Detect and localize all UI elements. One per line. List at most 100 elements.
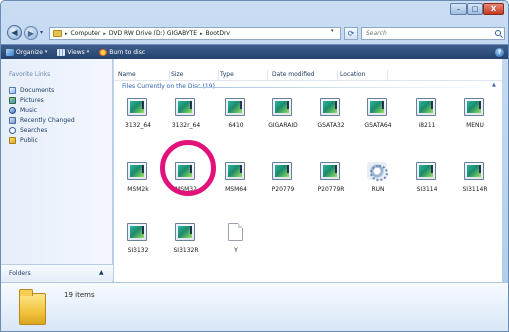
file-item[interactable]: Y: [212, 223, 260, 261]
minimize-button[interactable]: –: [450, 3, 467, 15]
disk-image-icon: [320, 98, 340, 116]
disk-image-icon: [416, 162, 436, 180]
maximize-button[interactable]: □: [467, 3, 483, 15]
help-icon[interactable]: ?: [495, 48, 504, 57]
address-row: ◀ ▶ ▾ ▸ Computer ▸ DVD RW Drive (D:) GIG…: [1, 23, 508, 43]
file-item[interactable]: GIGARAID: [259, 98, 307, 136]
chevron-up-icon[interactable]: ▲: [492, 82, 496, 88]
folders-label: Folders: [9, 270, 31, 277]
file-item[interactable]: 3132_64: [114, 98, 162, 136]
breadcrumb-bootdrv[interactable]: BootDrv: [206, 30, 230, 37]
nav-item-public[interactable]: Public: [9, 135, 75, 145]
organize-label: Organize: [16, 48, 43, 56]
nav-item-label: Public: [20, 136, 38, 144]
music-icon: [9, 106, 16, 114]
file-item[interactable]: 3132r_64: [162, 98, 210, 136]
file-item[interactable]: MENU: [451, 98, 499, 136]
file-item[interactable]: SI3132: [114, 223, 162, 261]
file-name: MENU: [466, 122, 484, 129]
file-item[interactable]: MSM64: [212, 162, 260, 200]
nav-item-searches[interactable]: Searches: [9, 125, 75, 135]
favorite-links-heading: Favorite Links: [9, 71, 51, 78]
column-header-location[interactable]: Location: [340, 70, 388, 80]
search-icon[interactable]: [495, 30, 501, 36]
file-item[interactable]: P20779: [259, 162, 307, 200]
file-item[interactable]: SI3114: [403, 162, 451, 200]
views-icon: [57, 48, 66, 56]
file-name: 3132r_64: [171, 122, 201, 129]
title-bar: – □ X: [1, 1, 508, 23]
nav-item-documents[interactable]: Documents: [9, 85, 75, 95]
file-item[interactable]: GSATA64: [354, 98, 402, 136]
details-pane: 19 items: [1, 282, 508, 331]
chevron-down-icon: ▾: [44, 49, 48, 55]
settings-file-icon: [367, 162, 388, 181]
disk-image-icon: [175, 162, 195, 180]
command-toolbar: Organize ▾ Views ▾ Burn to disc ?: [1, 44, 508, 59]
refresh-button[interactable]: ⟳: [344, 27, 358, 40]
disk-image-icon: [272, 162, 292, 180]
pictures-icon: [9, 96, 16, 104]
column-header-date-modified[interactable]: Date modified: [272, 70, 338, 80]
close-button[interactable]: X: [483, 3, 504, 15]
column-headers: Name Size Type Date modified Location: [114, 69, 502, 81]
nav-item-label: Documents: [20, 86, 55, 94]
file-name: GIGARAID: [268, 122, 298, 129]
forward-button[interactable]: ▶: [24, 26, 38, 40]
nav-item-label: Pictures: [20, 96, 44, 104]
back-button[interactable]: ◀: [7, 25, 22, 40]
disk-image-icon: [464, 162, 484, 180]
nav-item-recently-changed[interactable]: Recently Changed: [9, 115, 75, 125]
address-bar[interactable]: ▸ Computer ▸ DVD RW Drive (D:) GIGABYTE …: [49, 27, 341, 40]
file-item[interactable]: 6410: [212, 98, 260, 136]
favorite-links-list: Documents Pictures Music Recently Change…: [9, 85, 75, 145]
file-name: SI3114R: [462, 186, 488, 193]
file-list-pane: Name Size Type Date modified Location Fi…: [114, 59, 502, 282]
disk-image-icon: [272, 98, 292, 116]
file-name: MSM2k: [127, 186, 149, 193]
column-header-name[interactable]: Name: [118, 70, 170, 80]
file-item[interactable]: P20779R: [307, 162, 355, 200]
burn-to-disc-button[interactable]: Burn to disc: [94, 45, 150, 60]
search-input[interactable]: [362, 28, 487, 39]
views-button[interactable]: Views ▾: [52, 45, 94, 60]
file-item[interactable]: MSM32: [162, 162, 210, 200]
column-header-size[interactable]: Size: [171, 70, 219, 80]
organize-button[interactable]: Organize ▾: [1, 45, 52, 60]
nav-item-pictures[interactable]: Pictures: [9, 95, 75, 105]
chevron-down-icon: ▾: [86, 49, 90, 55]
file-item[interactable]: MSM2k: [114, 162, 162, 200]
group-divider: [194, 87, 492, 88]
breadcrumb-computer[interactable]: Computer: [71, 30, 101, 37]
file-item[interactable]: RUN: [354, 162, 402, 200]
nav-item-label: Music: [20, 106, 38, 114]
file-item[interactable]: SI3114R: [451, 162, 499, 200]
public-folder-icon: [9, 136, 16, 144]
disk-image-icon: [416, 98, 436, 116]
folder-icon: [19, 289, 46, 325]
file-name: GSATA64: [364, 122, 392, 129]
file-item[interactable]: GSATA32: [307, 98, 355, 136]
file-name: P20779: [271, 186, 295, 193]
column-header-type[interactable]: Type: [220, 70, 268, 80]
folders-toggle[interactable]: Folders ▲: [1, 264, 113, 281]
file-name: RUN: [371, 186, 385, 193]
breadcrumb-separator: ▸: [65, 30, 68, 37]
views-label: Views: [67, 48, 85, 56]
file-name: i8211: [418, 122, 436, 129]
file-item[interactable]: SI3132R: [162, 223, 210, 261]
file-name: SI3132: [127, 247, 149, 254]
folder-icon: [53, 30, 62, 37]
address-dropdown-icon[interactable]: ▾: [331, 28, 334, 34]
documents-icon: [9, 86, 16, 94]
file-name: SI3114: [416, 186, 438, 193]
breadcrumb-dvd-drive[interactable]: DVD RW Drive (D:) GIGABYTE: [109, 30, 197, 37]
recent-pages-dropdown-icon[interactable]: ▾: [40, 29, 43, 36]
nav-item-music[interactable]: Music: [9, 105, 75, 115]
file-name: GSATA32: [317, 122, 345, 129]
file-item[interactable]: i8211: [403, 98, 451, 136]
disk-image-icon: [175, 98, 195, 116]
recently-changed-icon: [9, 116, 16, 124]
disk-image-icon: [225, 162, 245, 180]
disk-image-icon: [127, 162, 147, 180]
